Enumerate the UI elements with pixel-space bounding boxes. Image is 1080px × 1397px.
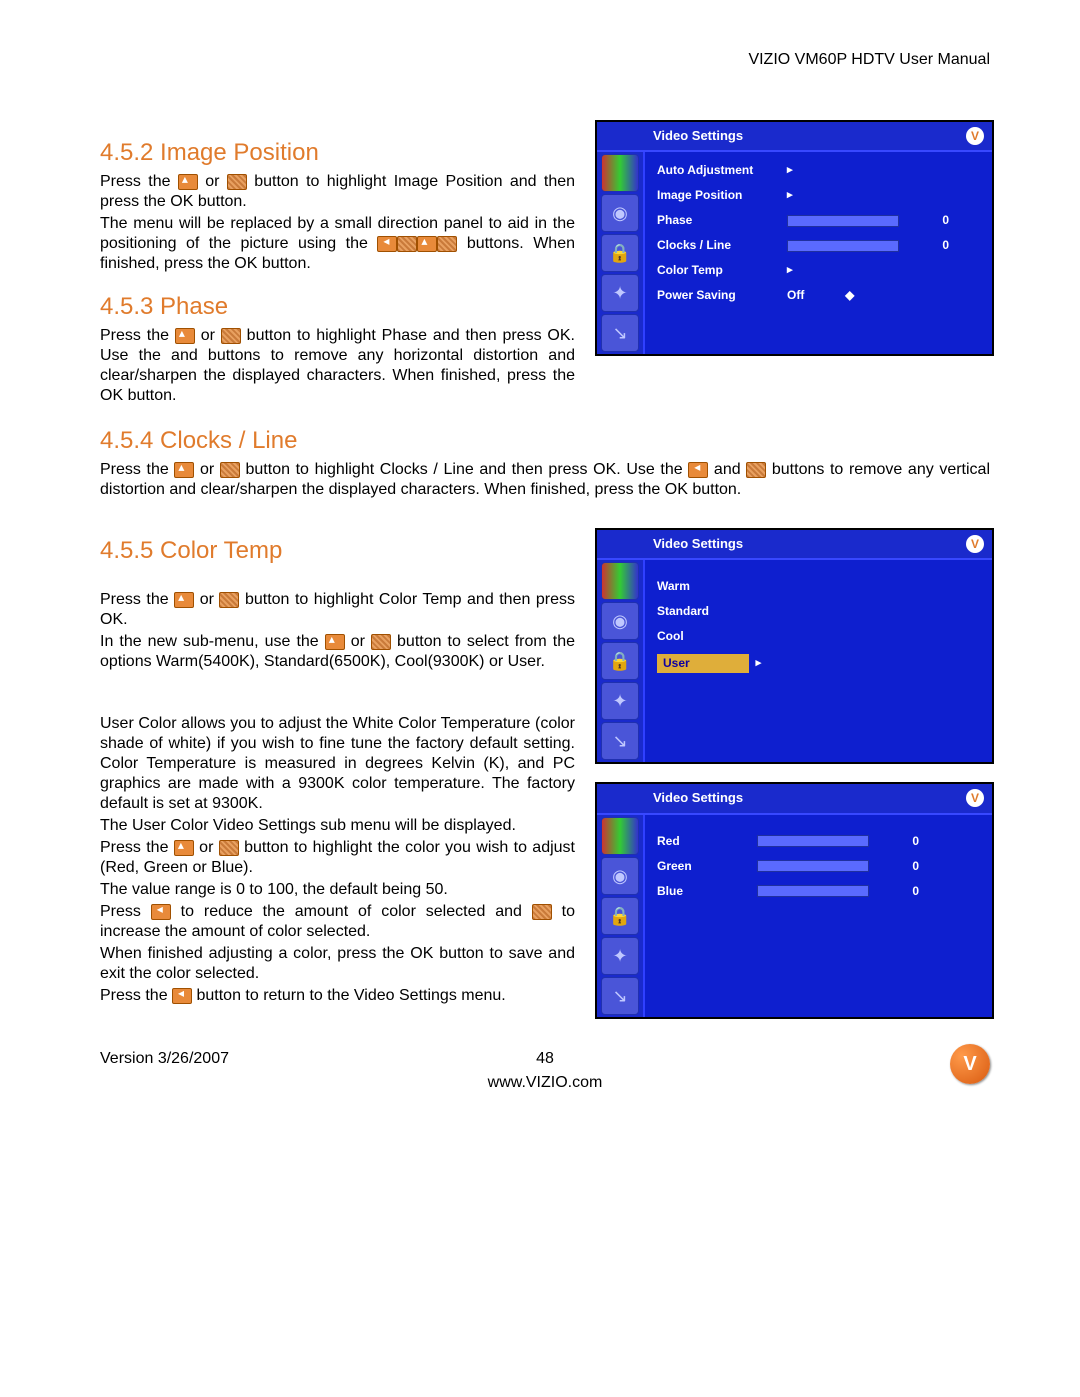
- down-pattern-icon: [220, 462, 240, 478]
- osd-row-standard: Standard: [657, 599, 980, 624]
- para-455-2: In the new sub-menu, use the or button t…: [100, 632, 575, 672]
- osd-color-temp: Video Settings V ◉ 🔒 ✦ ↘ Warm Standard C…: [595, 528, 994, 764]
- osd-user-color: Video Settings V ◉ 🔒 ✦ ↘ Red0 Green0 Blu…: [595, 782, 994, 1018]
- wrench-icon: ↘: [601, 977, 639, 1015]
- footer-page: 48: [536, 1049, 554, 1069]
- para-455-4: The User Color Video Settings sub menu w…: [100, 816, 575, 836]
- osd-row-color-temp: Color Temp▸: [657, 258, 980, 283]
- osd-row-phase: Phase0: [657, 208, 980, 233]
- up-arrow-icon: [175, 328, 195, 344]
- puzzle-icon: ✦: [601, 274, 639, 312]
- para-452-2: The menu will be replaced by a small dir…: [100, 214, 575, 274]
- puzzle-icon: ✦: [601, 682, 639, 720]
- up-arrow-icon: [174, 840, 194, 856]
- para-453-1: Press the or button to highlight Phase a…: [100, 326, 575, 406]
- right-pattern-icon: [532, 904, 552, 920]
- osd1-title: Video Settings: [653, 128, 743, 143]
- osd-row-warm: Warm: [657, 574, 980, 599]
- wrench-icon: ↘: [601, 722, 639, 760]
- heading-color-temp: 4.5.5 Color Temp: [100, 536, 575, 566]
- speaker-icon: ◉: [601, 857, 639, 895]
- para-452-1: Press the or button to highlight Image P…: [100, 172, 575, 212]
- down-pattern-icon: [221, 328, 241, 344]
- osd-row-auto-adjustment: Auto Adjustment▸: [657, 158, 980, 183]
- para-455-7: Press to reduce the amount of color sele…: [100, 902, 575, 942]
- speaker-icon: ◉: [601, 194, 639, 232]
- osd2-title: Video Settings: [653, 536, 743, 551]
- header-title: VIZIO VM60P HDTV User Manual: [100, 50, 990, 70]
- up-arrow-icon: [174, 462, 194, 478]
- lock-icon: 🔒: [601, 234, 639, 272]
- osd-row-power-saving: Power SavingOff◆: [657, 283, 980, 308]
- speaker-icon: ◉: [601, 602, 639, 640]
- down-pattern-icon: [227, 174, 247, 190]
- left-arrow-icon: [688, 462, 708, 478]
- vizio-logo-icon: V: [966, 535, 984, 553]
- para-455-8: When finished adjusting a color, press t…: [100, 944, 575, 984]
- para-455-3: User Color allows you to adjust the Whit…: [100, 714, 575, 814]
- para-455-6: The value range is 0 to 100, the default…: [100, 880, 575, 900]
- heading-clocks-line: 4.5.4 Clocks / Line: [100, 426, 990, 456]
- footer-version: Version 3/26/2007: [100, 1050, 229, 1067]
- osd-row-image-position: Image Position▸: [657, 183, 980, 208]
- footer: Version 3/26/2007 48 www.VIZIO.com V: [100, 1049, 990, 1093]
- tv-icon: [601, 562, 639, 600]
- wrench-icon: ↘: [601, 314, 639, 352]
- down-pattern-icon: [371, 634, 391, 650]
- osd-row-user: User ▸: [657, 649, 980, 678]
- tv-icon: [601, 817, 639, 855]
- para-455-1: Press the or button to highlight Color T…: [100, 590, 575, 630]
- osd-row-green: Green0: [657, 854, 980, 879]
- osd-video-settings-1: Video Settings V ◉ 🔒 ✦ ↘ Auto Adjustment…: [595, 120, 994, 356]
- para-455-5: Press the or button to highlight the col…: [100, 838, 575, 878]
- osd-row-cool: Cool: [657, 624, 980, 649]
- heading-phase: 4.5.3 Phase: [100, 292, 575, 322]
- vizio-logo-icon: V: [966, 127, 984, 145]
- up-arrow-icon: [174, 592, 194, 608]
- up-arrow-icon: [417, 236, 437, 252]
- left-arrow-icon: [151, 904, 171, 920]
- osd-icon-strip: ◉ 🔒 ✦ ↘: [597, 560, 645, 762]
- osd3-title: Video Settings: [653, 790, 743, 805]
- lock-icon: 🔒: [601, 897, 639, 935]
- osd-icon-strip: ◉ 🔒 ✦ ↘: [597, 815, 645, 1017]
- right-pattern-icon: [746, 462, 766, 478]
- osd-row-clocks-line: Clocks / Line0: [657, 233, 980, 258]
- down-pattern-icon: [219, 840, 239, 856]
- footer-url: www.VIZIO.com: [100, 1073, 990, 1093]
- left-arrow-icon: [377, 236, 397, 252]
- up-arrow-icon: [325, 634, 345, 650]
- pattern-icon: [397, 236, 417, 252]
- tv-icon: [601, 154, 639, 192]
- puzzle-icon: ✦: [601, 937, 639, 975]
- pattern-icon: [437, 236, 457, 252]
- osd-row-blue: Blue0: [657, 879, 980, 904]
- osd-icon-strip: ◉ 🔒 ✦ ↘: [597, 152, 645, 354]
- up-arrow-icon: [178, 174, 198, 190]
- para-454-1: Press the or button to highlight Clocks …: [100, 460, 990, 500]
- heading-image-position: 4.5.2 Image Position: [100, 138, 575, 168]
- osd-row-red: Red0: [657, 829, 980, 854]
- lock-icon: 🔒: [601, 642, 639, 680]
- vizio-footer-logo-icon: V: [950, 1044, 990, 1084]
- para-455-9: Press the button to return to the Video …: [100, 986, 575, 1006]
- vizio-logo-icon: V: [966, 789, 984, 807]
- down-pattern-icon: [219, 592, 239, 608]
- left-arrow-icon: [172, 988, 192, 1004]
